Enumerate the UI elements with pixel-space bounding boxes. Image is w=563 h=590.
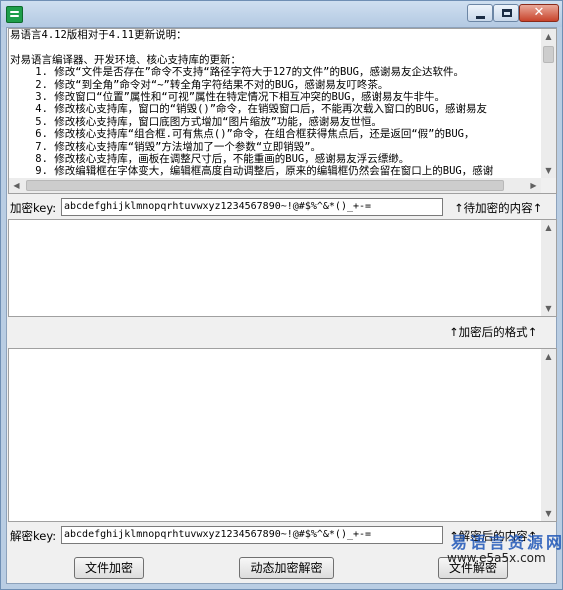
client-area: 易语言4.12版相对于4.11更新说明： 对易语言编译器、开发环境、核心支持库的更… [6,27,557,584]
plaintext-label: ↑待加密的内容↑ [454,201,543,215]
scroll-up-icon[interactable]: ▲ [541,220,556,235]
title-bar[interactable]: ✕ [1,1,562,27]
release-note-line: 1. 修改“文件是否存在”命令不支持“路径字符大于127的文件”的BUG，感谢易… [10,66,464,79]
plaintext-scrollbar[interactable]: ▲ ▼ [541,220,556,316]
close-button[interactable]: ✕ [519,4,559,22]
ciphertext-output[interactable]: ▲ ▼ [8,348,557,522]
scroll-up-icon[interactable]: ▲ [541,29,556,44]
release-notes-box[interactable]: 易语言4.12版相对于4.11更新说明： 对易语言编译器、开发环境、核心支持库的更… [8,28,557,194]
decrypt-key-label: 解密key: [10,529,57,543]
app-window: ✕ 易语言4.12版相对于4.11更新说明： 对易语言编译器、开发环境、核心支持库… [0,0,563,590]
dynamic-encrypt-decrypt-button[interactable]: 动态加密解密 [239,557,334,579]
watermark-url: www.e5a5x.com [447,551,546,565]
ciphertext-scrollbar[interactable]: ▲ ▼ [541,349,556,521]
scroll-left-icon[interactable]: ◀ [9,178,24,193]
maximize-icon [502,9,512,17]
scroll-thumb[interactable] [543,46,554,63]
release-note-line: 4. 修改核心支持库，窗口的“销毁()”命令，在销毁窗口后，不能再次载入窗口的B… [10,103,487,116]
site-watermark: 易语言资源网 www.e5a5x.com [425,529,562,585]
release-note-line: 2. 修改“到全角”命令对“~”转全角字符结果不对的BUG，感谢易友叮咚茶。 [10,78,389,91]
app-icon [6,6,23,23]
scroll-right-icon[interactable]: ▶ [526,178,541,193]
scroll-corner [541,178,556,193]
encrypt-key-input[interactable]: abcdefghijklmnopqrhtuvwxyz1234567890~!@#… [61,198,443,216]
release-note-line: 3. 修改窗口“位置”属性和“可视”属性在特定情况下相互冲突的BUG，感谢易友牛… [10,90,445,103]
release-note-line: 9. 修改编辑框在字体变大，编辑框高度自动调整后，原来的编辑框仍然会留在窗口上的… [10,165,494,178]
notes-horizontal-scrollbar[interactable]: ◀ ▶ [9,178,541,193]
encrypt-key-label: 加密key: [10,201,57,215]
release-note-line: 对易语言编译器、开发环境、核心支持库的更新： [10,53,241,66]
scroll-down-icon[interactable]: ▼ [541,506,556,521]
release-note-line [10,41,540,53]
scroll-down-icon[interactable]: ▼ [541,163,556,178]
maximize-button[interactable] [493,4,519,22]
notes-vertical-scrollbar[interactable]: ▲ ▼ [541,29,556,178]
release-note-line: 6. 修改核心支持库“组合框.可有焦点()”命令，在组合框获得焦点后，还是返回“… [10,128,475,141]
file-encrypt-button[interactable]: 文件加密 [74,557,144,579]
release-note-line: 易语言4.12版相对于4.11更新说明： [10,29,187,41]
close-icon: ✕ [533,5,545,20]
ciphertext-label: ↑加密后的格式↑ [449,325,538,339]
decrypt-key-input[interactable]: abcdefghijklmnopqrhtuvwxyz1234567890~!@#… [61,526,443,544]
release-note-line: 7. 修改核心支持库“销毁”方法增加了一个参数“立即销毁”。 [10,140,322,153]
scroll-thumb[interactable] [26,180,504,191]
release-note-line: 5. 修改核心支持库，窗口底图方式增加“图片缩放”功能，感谢易友世恒。 [10,115,382,128]
scroll-down-icon[interactable]: ▼ [541,301,556,316]
scroll-up-icon[interactable]: ▲ [541,349,556,364]
minimize-button[interactable] [467,4,493,22]
release-notes-text: 易语言4.12版相对于4.11更新说明： 对易语言编译器、开发环境、核心支持库的更… [10,29,540,179]
minimize-icon [476,16,485,19]
release-note-line: 8. 修改核心支持库，画板在调整尺寸后，不能重画的BUG，感谢易友浮云缥缈。 [10,152,410,165]
watermark-title: 易语言资源网 [451,533,563,552]
plaintext-input[interactable]: ▲ ▼ [8,219,557,317]
